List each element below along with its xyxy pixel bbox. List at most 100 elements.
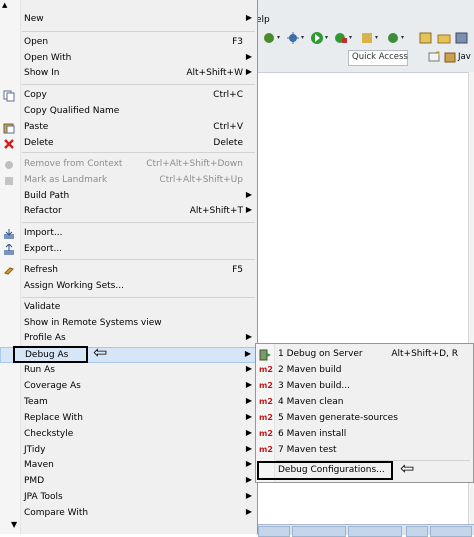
run-icon[interactable] <box>310 30 330 46</box>
menu-item-open[interactable]: Open F3 <box>0 35 257 51</box>
maven-m2-icon: m2 <box>259 445 273 454</box>
submenu-arrow-icon: ▶ <box>245 52 252 61</box>
annotation-arrow-icon: ⇦ <box>400 459 415 479</box>
menubar-help-fragment[interactable]: elp <box>256 15 270 25</box>
menu-item-copy[interactable]: Copy Ctrl+C <box>0 88 257 104</box>
menu-item-mark-as-landmark[interactable]: Mark as Landmark Ctrl+Alt+Shift+Up <box>0 173 257 189</box>
menu-item-jtidy[interactable]: JTidy ▶ <box>0 443 257 459</box>
taskbar-button-chrome[interactable] <box>258 526 290 537</box>
menu-item-export[interactable]: Export... <box>0 242 257 258</box>
menu-item-build-path[interactable]: Build Path ▶ <box>0 189 257 205</box>
menu-item-label: PMD <box>24 476 45 486</box>
menu-item-label: Replace With <box>24 413 83 423</box>
menu-item-delete[interactable]: Delete Delete <box>0 136 257 152</box>
menu-item-paste[interactable]: Paste Ctrl+V <box>0 120 257 136</box>
menu-item-label: Refactor <box>24 206 62 216</box>
menu-item-label: Profile As <box>24 333 66 343</box>
menu-item-show-in-remote-systems[interactable]: Show in Remote Systems view <box>0 316 257 332</box>
submenu-item-debug-on-server[interactable]: 1 Debug on Server Alt+Shift+D, R <box>256 347 472 363</box>
paste-icon <box>3 122 15 134</box>
menu-item-coverage-as[interactable]: Coverage As ▶ <box>0 379 257 395</box>
quick-access-label: Quick Access <box>352 52 408 62</box>
annotation-arrow-icon: ⇦ <box>93 343 108 363</box>
submenu-item-label: 1 Debug on Server <box>278 349 363 359</box>
menu-item-shortcut: Delete <box>213 138 243 148</box>
new-java-project-icon[interactable] <box>360 30 380 46</box>
menu-item-label: Open With <box>24 53 72 63</box>
bug-icon[interactable] <box>286 30 306 46</box>
submenu-arrow-icon: ▶ <box>245 507 252 516</box>
menu-item-assign-working-sets[interactable]: Assign Working Sets... <box>0 279 257 295</box>
menu-item-shortcut: Ctrl+V <box>213 122 243 132</box>
menu-item-label: Coverage As <box>24 381 81 391</box>
menu-scroll-down-icon[interactable]: ▼ <box>11 520 17 529</box>
submenu-item-maven-build-dialog[interactable]: m2 3 Maven build... <box>256 379 472 395</box>
submenu-arrow-icon: ▶ <box>245 364 252 373</box>
menu-separator <box>22 297 255 298</box>
submenu-item-maven-generate-sources[interactable]: m2 5 Maven generate-sources <box>256 411 472 427</box>
taskbar-button[interactable] <box>406 526 428 537</box>
main-toolbar <box>262 30 474 48</box>
submenu-arrow-icon: ▶ <box>245 190 252 199</box>
menu-item-label: JPA Tools <box>24 492 63 502</box>
menu-item-checkstyle[interactable]: Checkstyle ▶ <box>0 427 257 443</box>
menu-item-refresh[interactable]: Refresh F5 <box>0 263 257 279</box>
folder-icon[interactable] <box>436 30 452 46</box>
menu-separator <box>22 31 255 32</box>
menu-separator <box>22 84 255 85</box>
menu-item-validate[interactable]: Validate <box>0 300 257 316</box>
menu-item-label: Copy Qualified Name <box>24 106 120 116</box>
copy-icon <box>3 90 15 102</box>
submenu-item-maven-test[interactable]: m2 7 Maven test <box>256 443 472 459</box>
java-perspective-label[interactable]: Jav <box>458 52 471 62</box>
submenu-arrow-icon: ▶ <box>245 459 252 468</box>
menu-item-remove-from-context[interactable]: Remove from Context Ctrl+Alt+Shift+Down <box>0 157 257 173</box>
menu-separator <box>22 259 255 260</box>
submenu-arrow-icon: ▶ <box>245 67 252 76</box>
submenu-arrow-icon: ▶ <box>245 332 252 341</box>
menu-item-team[interactable]: Team ▶ <box>0 395 257 411</box>
menu-item-import[interactable]: Import... <box>0 226 257 242</box>
save-all-icon[interactable] <box>454 30 470 46</box>
menu-item-shortcut: F3 <box>232 37 243 47</box>
menu-scroll-up-icon[interactable]: ▲ <box>2 1 7 9</box>
menu-item-run-as[interactable]: Run As ▶ <box>0 363 257 379</box>
submenu-item-maven-install[interactable]: m2 6 Maven install <box>256 427 472 443</box>
menu-item-replace-with[interactable]: Replace With ▶ <box>0 411 257 427</box>
submenu-item-label: 6 Maven install <box>278 429 347 439</box>
maven-m2-icon: m2 <box>259 397 273 406</box>
menu-item-profile-as[interactable]: Profile As ▶ <box>0 331 257 347</box>
menu-item-open-with[interactable]: Open With ▶ <box>0 51 257 67</box>
menu-item-copy-qualified-name[interactable]: Copy Qualified Name <box>0 104 257 120</box>
taskbar-button[interactable] <box>430 526 472 537</box>
debug-configurations-highlight-box <box>257 461 393 480</box>
menu-item-label: Assign Working Sets... <box>24 281 124 291</box>
menu-item-new[interactable]: New ▶ <box>0 12 257 28</box>
submenu-arrow-icon: ▶ <box>245 444 252 453</box>
debug-run-icon[interactable] <box>262 30 282 46</box>
landmark-icon <box>3 175 15 187</box>
menu-item-label: Refresh <box>24 265 58 275</box>
submenu-arrow-icon: ▶ <box>244 349 251 358</box>
menu-item-compare-with[interactable]: Compare With ▶ <box>0 506 257 522</box>
open-perspective-icon[interactable] <box>418 30 434 46</box>
menu-item-shortcut: Alt+Shift+T <box>189 206 243 216</box>
windows-taskbar <box>256 524 474 537</box>
taskbar-button[interactable] <box>348 526 402 537</box>
menu-item-jpa-tools[interactable]: JPA Tools ▶ <box>0 490 257 506</box>
menu-item-label: Delete <box>24 138 54 148</box>
external-tools-icon[interactable] <box>334 30 354 46</box>
menu-item-shortcut: Ctrl+C <box>213 90 243 100</box>
menu-item-maven[interactable]: Maven ▶ <box>0 458 257 474</box>
menu-item-pmd[interactable]: PMD ▶ <box>0 474 257 490</box>
taskbar-button[interactable] <box>292 526 346 537</box>
submenu-arrow-icon: ▶ <box>245 13 252 22</box>
menu-item-label: Team <box>24 397 48 407</box>
menu-item-refactor[interactable]: Refactor Alt+Shift+T ▶ <box>0 204 257 220</box>
submenu-item-label: 5 Maven generate-sources <box>278 413 398 423</box>
menu-item-show-in[interactable]: Show In Alt+Shift+W ▶ <box>0 66 257 82</box>
new-class-icon[interactable] <box>386 30 406 46</box>
submenu-item-maven-build[interactable]: m2 2 Maven build <box>256 363 472 379</box>
menu-item-label: Export... <box>24 244 63 254</box>
submenu-item-maven-clean[interactable]: m2 4 Maven clean <box>256 395 472 411</box>
